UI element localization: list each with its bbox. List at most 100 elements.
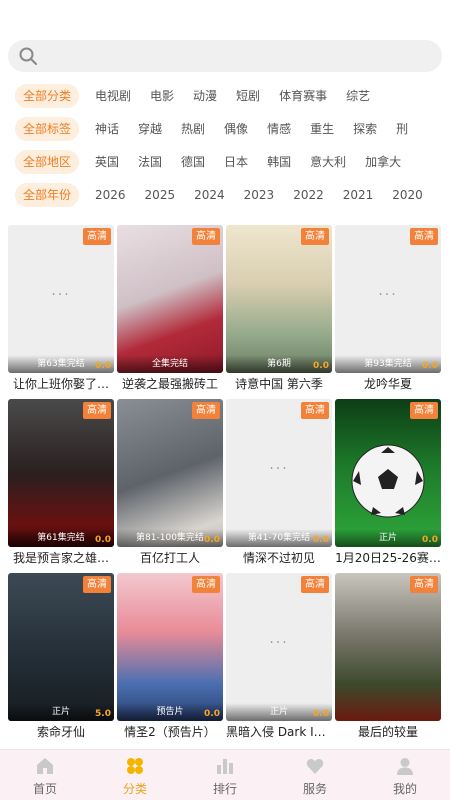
video-title[interactable]: 索命牙仙 bbox=[8, 723, 114, 740]
filter-row-region: 全部地区 英国 法国 德国 日本 韩国 意大利 加拿大 bbox=[0, 148, 450, 176]
ranking-icon bbox=[217, 759, 233, 774]
video-title[interactable]: 让你上班你娶了… bbox=[8, 375, 114, 392]
filter-tag-all[interactable]: 全部标签 bbox=[15, 117, 80, 141]
video-title[interactable]: 情深不过初见 bbox=[226, 549, 332, 566]
filter-option[interactable]: 电影 bbox=[150, 84, 174, 108]
rating-score: 5.0 bbox=[95, 709, 111, 719]
filter-option[interactable]: 综艺 bbox=[346, 84, 370, 108]
placeholder-icon: ··· bbox=[51, 287, 71, 303]
rating-score: 0.0 bbox=[204, 535, 220, 545]
video-card[interactable]: ··· 高清 第93集完结 0.0 龙吟华夏 bbox=[335, 225, 441, 392]
filter-option[interactable]: 神话 bbox=[95, 117, 119, 141]
rating-score: 0.0 bbox=[313, 361, 329, 371]
video-title[interactable]: 我是预言家之雄… bbox=[8, 549, 114, 566]
video-card[interactable]: ··· 高清 第63集完结 0.0 让你上班你娶了… bbox=[8, 225, 114, 392]
rating-score: 0.0 bbox=[313, 709, 329, 719]
filter-option[interactable]: 短剧 bbox=[236, 84, 260, 108]
filter-option[interactable]: 意大利 bbox=[310, 150, 346, 174]
filter-option[interactable]: 英国 bbox=[95, 150, 119, 174]
filter-option[interactable]: 探索 bbox=[353, 117, 377, 141]
video-title[interactable]: 诗意中国 第六季 bbox=[226, 375, 332, 392]
filter-option[interactable]: 情感 bbox=[267, 117, 291, 141]
video-card[interactable]: 高清 第6期 0.0 诗意中国 第六季 bbox=[226, 225, 332, 392]
video-card[interactable]: 高清 正片 0.0 1月20日25-26赛… bbox=[335, 399, 441, 566]
video-thumbnail[interactable]: 高清 预告片 0.0 bbox=[117, 573, 223, 721]
filter-year-all[interactable]: 全部年份 bbox=[15, 183, 80, 207]
video-thumbnail[interactable]: 高清 第6期 0.0 bbox=[226, 225, 332, 373]
rating-score: 0.0 bbox=[422, 535, 438, 545]
quality-badge: 高清 bbox=[410, 228, 438, 245]
rating-score: 0.0 bbox=[204, 709, 220, 719]
video-thumbnail[interactable]: 高清 正片 5.0 bbox=[8, 573, 114, 721]
tab-category[interactable]: 分类 bbox=[90, 750, 180, 800]
tab-profile[interactable]: 我的 bbox=[360, 750, 450, 800]
video-title[interactable]: 最后的较量 bbox=[335, 723, 441, 740]
heart-icon bbox=[306, 759, 324, 774]
filter-option[interactable]: 穿越 bbox=[138, 117, 162, 141]
video-title[interactable]: 百亿打工人 bbox=[117, 549, 223, 566]
video-thumbnail[interactable]: 高清 第81-100集完结 0.0 bbox=[117, 399, 223, 547]
quality-badge: 高清 bbox=[301, 402, 329, 419]
filter-option[interactable]: 德国 bbox=[181, 150, 205, 174]
filter-row-category: 全部分类 电视剧 电影 动漫 短剧 体育赛事 综艺 bbox=[0, 82, 450, 110]
filter-option[interactable]: 韩国 bbox=[267, 150, 291, 174]
filter-option[interactable]: 法国 bbox=[138, 150, 162, 174]
video-thumbnail[interactable]: 高清 bbox=[335, 573, 441, 721]
video-card[interactable]: 高清 第81-100集完结 0.0 百亿打工人 bbox=[117, 399, 223, 566]
video-thumbnail[interactable]: 高清 全集完结 bbox=[117, 225, 223, 373]
video-thumbnail[interactable]: ··· 高清 第63集完结 0.0 bbox=[8, 225, 114, 373]
tab-home[interactable]: 首页 bbox=[0, 750, 90, 800]
filter-region-all[interactable]: 全部地区 bbox=[15, 150, 80, 174]
placeholder-icon: ··· bbox=[269, 635, 289, 651]
filter-option[interactable]: 2020 bbox=[392, 183, 423, 207]
video-card[interactable]: 高清 最后的较量 bbox=[335, 573, 441, 740]
search-bar[interactable] bbox=[8, 40, 442, 74]
video-title[interactable]: 1月20日25-26赛… bbox=[335, 549, 441, 566]
video-thumbnail[interactable]: ··· 高清 正片 0.0 bbox=[226, 573, 332, 721]
filter-option[interactable]: 热剧 bbox=[181, 117, 205, 141]
tab-label: 分类 bbox=[122, 782, 147, 796]
quality-badge: 高清 bbox=[301, 228, 329, 245]
filter-option[interactable]: 加拿大 bbox=[365, 150, 401, 174]
filter-option[interactable]: 动漫 bbox=[193, 84, 217, 108]
filter-option[interactable]: 2021 bbox=[343, 183, 374, 207]
video-title[interactable]: 情圣2（预告片） bbox=[117, 723, 223, 740]
tab-label: 服务 bbox=[302, 782, 327, 796]
filter-option[interactable]: 2026 bbox=[95, 183, 126, 207]
filter-option[interactable]: 偶像 bbox=[224, 117, 248, 141]
video-card[interactable]: ··· 高清 正片 0.0 黑暗入侵 Dark Inv… bbox=[226, 573, 332, 740]
soccer-ball-icon bbox=[351, 444, 425, 518]
rating-score: 0.0 bbox=[422, 361, 438, 371]
filter-option[interactable]: 体育赛事 bbox=[279, 84, 327, 108]
tab-service[interactable]: 服务 bbox=[270, 750, 360, 800]
video-title[interactable]: 黑暗入侵 Dark Inv… bbox=[226, 723, 332, 740]
filter-row-year: 全部年份 2026 2025 2024 2023 2022 2021 2020 bbox=[0, 181, 450, 209]
quality-badge: 高清 bbox=[83, 402, 111, 419]
filter-option[interactable]: 重生 bbox=[310, 117, 334, 141]
filter-category-all[interactable]: 全部分类 bbox=[15, 84, 80, 108]
video-thumbnail[interactable]: ··· 高清 第93集完结 0.0 bbox=[335, 225, 441, 373]
filter-option[interactable]: 2022 bbox=[293, 183, 324, 207]
video-thumbnail[interactable]: ··· 高清 第41-70集完结 0.0 bbox=[226, 399, 332, 547]
search-input[interactable] bbox=[46, 40, 430, 74]
video-card[interactable]: 高清 全集完结 逆袭之最强搬砖工 bbox=[117, 225, 223, 392]
video-thumbnail[interactable]: 高清 第61集完结 0.0 bbox=[8, 399, 114, 547]
quality-badge: 高清 bbox=[410, 576, 438, 593]
filter-option[interactable]: 2023 bbox=[244, 183, 275, 207]
tab-label: 我的 bbox=[392, 782, 417, 796]
video-card[interactable]: 高清 第61集完结 0.0 我是预言家之雄… bbox=[8, 399, 114, 566]
filter-option[interactable]: 2025 bbox=[145, 183, 176, 207]
video-card[interactable]: ··· 高清 第41-70集完结 0.0 情深不过初见 bbox=[226, 399, 332, 566]
filter-option[interactable]: 日本 bbox=[224, 150, 248, 174]
video-card[interactable]: 高清 正片 5.0 索命牙仙 bbox=[8, 573, 114, 740]
filter-option[interactable]: 刑 bbox=[396, 117, 408, 141]
video-thumbnail[interactable]: 高清 正片 0.0 bbox=[335, 399, 441, 547]
tab-label: 排行 bbox=[212, 782, 237, 796]
filter-option[interactable]: 电视剧 bbox=[95, 84, 131, 108]
video-card[interactable]: 高清 预告片 0.0 情圣2（预告片） bbox=[117, 573, 223, 740]
video-title[interactable]: 龙吟华夏 bbox=[335, 375, 441, 392]
tab-ranking[interactable]: 排行 bbox=[180, 750, 270, 800]
video-title[interactable]: 逆袭之最强搬砖工 bbox=[117, 375, 223, 392]
filter-option[interactable]: 2024 bbox=[194, 183, 225, 207]
quality-badge: 高清 bbox=[83, 576, 111, 593]
